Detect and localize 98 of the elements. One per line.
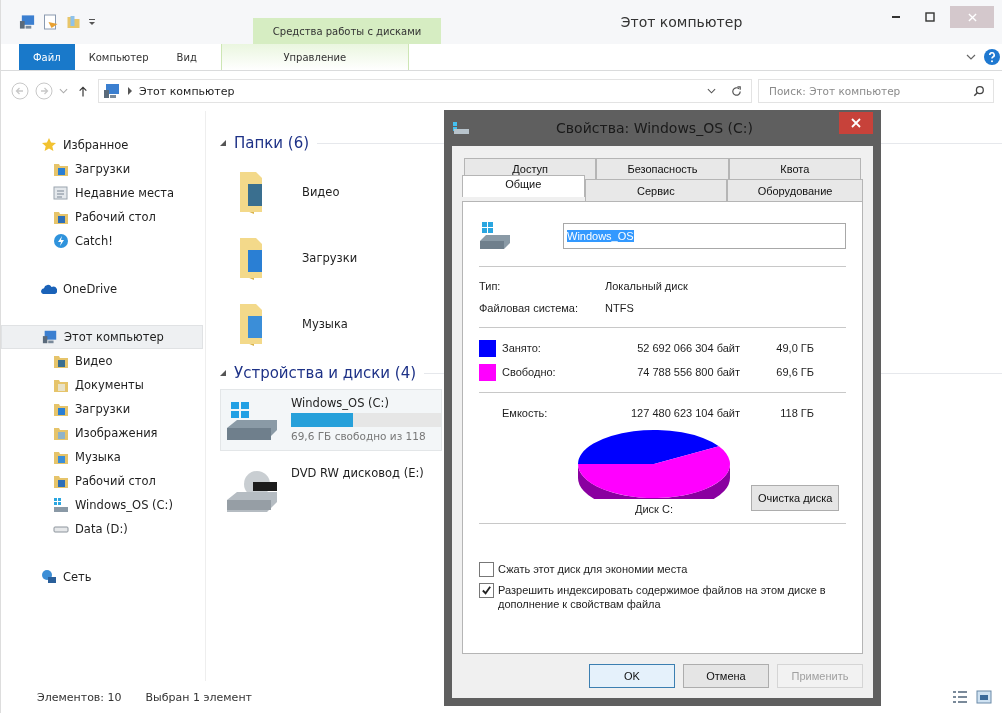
usage-label: Свободно:	[502, 366, 557, 378]
drive-icon	[53, 497, 69, 513]
sidebar-item[interactable]: Рабочий стол	[1, 469, 203, 493]
recent-places-icon	[53, 185, 69, 201]
sidebar-item[interactable]: Загрузки	[1, 157, 203, 181]
drive-icon	[452, 121, 470, 135]
ribbon-tab[interactable]: Компьютер	[74, 44, 163, 70]
minimize-icon	[891, 16, 901, 18]
drive-icon	[479, 221, 511, 251]
sidebar-item[interactable]: Документы	[1, 373, 203, 397]
file-tab[interactable]: Файл	[19, 44, 75, 70]
large-icons-view-icon[interactable]	[976, 689, 992, 705]
section-heading: Устройства и диски (4)	[234, 364, 417, 382]
info-label: Файловая система:	[479, 302, 580, 314]
folder-item[interactable]: Музыка	[220, 291, 436, 357]
folder-item[interactable]: Видео	[220, 159, 436, 225]
section-heading: Папки (6)	[234, 134, 310, 152]
capacity-bytes: 127 480 623 104 байт	[630, 407, 740, 419]
usage-size: 69,6 ГБ	[775, 366, 814, 378]
computer-icon	[103, 83, 121, 99]
capacity-size: 118 ГБ	[779, 407, 814, 419]
folder-icon	[53, 473, 69, 489]
sidebar-item[interactable]: OneDrive	[1, 277, 203, 301]
catch-icon	[53, 233, 69, 249]
folder-icon	[53, 449, 69, 465]
disk-cleanup-button[interactable]: Очистка диска	[751, 485, 840, 511]
sidebar-item[interactable]: Недавние места	[1, 181, 203, 205]
dialog-button[interactable]: Отмена	[683, 664, 769, 688]
sidebar-item[interactable]: Рабочий стол	[1, 205, 203, 229]
item-count: Элементов: 10	[37, 690, 122, 704]
disk-label: Диск C:	[635, 503, 673, 515]
dialog-button[interactable]: OK	[589, 664, 675, 688]
computer-icon	[42, 329, 58, 345]
window-title: Этот компьютер	[619, 13, 744, 32]
ribbon-tab[interactable]: Вид	[162, 44, 211, 70]
address-bar[interactable]: Этот компьютер	[98, 79, 752, 103]
details-view-icon[interactable]	[952, 689, 968, 705]
folder-icon	[53, 401, 69, 417]
address-path[interactable]: Этот компьютер	[139, 84, 235, 98]
properties-icon[interactable]	[42, 14, 59, 30]
drive-free-space: 69,6 ГБ свободно из 118	[291, 430, 427, 442]
search-icon	[973, 85, 985, 97]
close-button[interactable]	[839, 112, 873, 134]
sidebar-item[interactable]: Изображения	[1, 421, 203, 445]
drive-item[interactable]: Windows_OS (C:) 69,6 ГБ свободно из 118	[220, 389, 442, 451]
close-icon	[851, 118, 861, 128]
close-icon	[967, 12, 977, 22]
info-value: NTFS	[605, 302, 634, 314]
folder-icon	[53, 425, 69, 441]
search-field[interactable]: Поиск: Этот компьютер	[758, 79, 994, 103]
checkbox-label[interactable]: Сжать этот диск для экономии места	[498, 562, 688, 576]
sidebar-item[interactable]: Этот компьютер	[1, 325, 203, 349]
usage-bytes: 52 692 066 304 байт	[636, 342, 740, 354]
checkbox[interactable]	[479, 562, 494, 577]
dialog-tab[interactable]: Безопасность	[596, 158, 729, 179]
contextual-tab-group: Средства работы с дисками	[253, 18, 441, 44]
folder-icon	[53, 209, 69, 225]
folder-icon	[53, 161, 69, 177]
refresh-icon[interactable]	[730, 84, 743, 98]
dialog-tab[interactable]: Квота	[728, 158, 861, 179]
sidebar-item[interactable]: Загрузки	[1, 397, 203, 421]
sidebar-item[interactable]: Catch!	[1, 229, 203, 253]
info-label: Тип:	[479, 280, 502, 292]
usage-label: Занято:	[502, 342, 542, 354]
dropdown-icon[interactable]	[88, 18, 96, 26]
collapse-icon[interactable]	[220, 370, 226, 376]
checkbox-label[interactable]: Разрешить индексировать содержимое файлов на этом диске в дополнение к свойствам файла	[498, 583, 846, 611]
dialog-title: Свойства: Windows_OS (C:)	[555, 120, 754, 136]
sidebar-item[interactable]: Избранное	[1, 133, 203, 157]
folder-icon	[53, 377, 69, 393]
network-icon	[41, 569, 57, 585]
sidebar-item[interactable]: Музыка	[1, 445, 203, 469]
sidebar-item[interactable]: Видео	[1, 349, 203, 373]
chevron-right-icon	[127, 87, 133, 95]
chevron-down-icon[interactable]	[707, 88, 716, 94]
sidebar-item[interactable]: Data (D:)	[1, 517, 203, 541]
usage-size: 49,0 ГБ	[775, 342, 814, 354]
capacity-label: Емкость:	[502, 407, 549, 419]
star-icon	[41, 137, 57, 153]
help-icon[interactable]	[984, 49, 1000, 65]
folder-icon	[53, 353, 69, 369]
collapse-icon[interactable]	[220, 140, 226, 146]
selection-count: Выбран 1 элемент	[145, 690, 252, 704]
chevron-down-icon[interactable]	[966, 54, 976, 60]
sidebar-item[interactable]: Windows_OS (C:)	[1, 493, 203, 517]
drive-item[interactable]: DVD RW дисковод (E:)	[220, 459, 442, 521]
checkbox[interactable]	[479, 583, 494, 598]
drive-icon	[53, 525, 69, 533]
sidebar-item[interactable]: Сеть	[1, 565, 203, 589]
computer-icon[interactable]	[19, 14, 36, 30]
info-value: Локальный диск	[605, 280, 688, 292]
dialog-tab[interactable]: Оборудование	[727, 179, 863, 201]
dialog-tab[interactable]: Сервис	[584, 179, 728, 201]
usage-bytes: 74 788 556 800 байт	[636, 366, 740, 378]
up-arrow-icon[interactable]	[78, 84, 88, 98]
folder-item[interactable]: Загрузки	[220, 225, 436, 291]
maximize-icon	[925, 12, 935, 22]
dialog-tab[interactable]: Общие	[462, 175, 585, 197]
